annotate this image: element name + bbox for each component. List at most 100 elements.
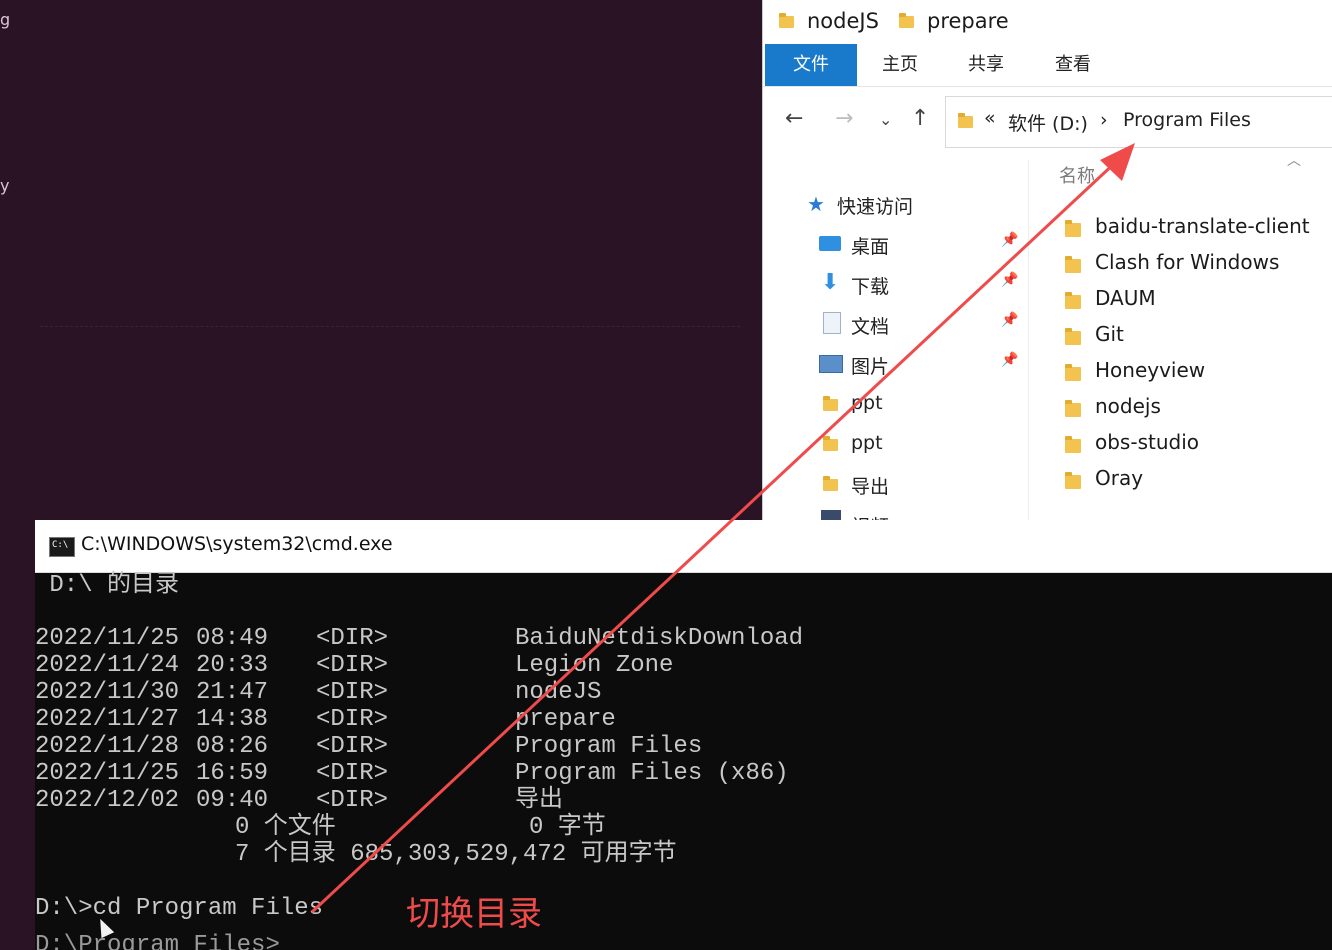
dir-entry-date: 2022/11/27	[35, 706, 180, 733]
sidebar-item-ppt[interactable]: ppt	[763, 386, 1028, 422]
file-name: Oray	[1095, 466, 1144, 490]
file-name: baidu-translate-client	[1095, 214, 1310, 238]
folder-icon	[1065, 328, 1081, 345]
sidebar-item-label: 桌面	[851, 236, 890, 258]
file-list-item[interactable]: nodejs	[1033, 391, 1332, 425]
next-prompt-line: D:\Program Files>	[35, 932, 280, 950]
tab-home[interactable]: 主页	[871, 44, 929, 86]
sidebar-item-label: 图片	[851, 356, 890, 378]
file-list-item[interactable]: Oray	[1033, 463, 1332, 497]
file-list-item[interactable]: DAUM	[1033, 283, 1332, 317]
recent-locations-chevron-icon[interactable]: ⌄	[879, 110, 892, 129]
dir-entry-date: 2022/11/30	[35, 679, 180, 706]
column-header-name[interactable]: 名称	[1059, 162, 1095, 188]
address-folder-crumb[interactable]: Program Files	[1123, 109, 1251, 131]
dir-entry-name: Program Files (x86)	[515, 760, 789, 787]
dir-entry-name: Program Files	[515, 733, 703, 760]
tab-share[interactable]: 共享	[957, 44, 1015, 86]
up-arrow-icon[interactable]: ↑	[911, 106, 929, 131]
dir-entry-time: 09:40	[196, 787, 269, 814]
pin-icon: 📌	[1001, 312, 1019, 328]
address-separator-icon[interactable]: ›	[1100, 109, 1108, 131]
file-list-item[interactable]: Honeyview	[1033, 355, 1332, 389]
dir-entry-type: <DIR>	[316, 787, 389, 814]
file-list-item[interactable]: Clash for Windows	[1033, 247, 1332, 281]
dir-entry-name: prepare	[515, 706, 616, 733]
summary-files: 0 个文件	[235, 814, 336, 841]
file-name: nodejs	[1095, 394, 1161, 418]
command-prompt-line[interactable]: D:\>cd Program Files	[35, 895, 323, 922]
sidebar-item-documents[interactable]: 文档 📌	[763, 306, 1028, 342]
pane-divider[interactable]	[1028, 160, 1029, 520]
title-crumb: prepare	[927, 9, 1009, 33]
folder-icon	[823, 436, 838, 451]
dir-entry-name: Legion Zone	[515, 652, 674, 679]
pin-icon: 📌	[1001, 352, 1019, 368]
file-list-item[interactable]: baidu-translate-client	[1033, 211, 1332, 245]
tab-file[interactable]: 文件	[765, 44, 857, 86]
file-name: DAUM	[1095, 286, 1156, 310]
dir-entry-time: 21:47	[196, 679, 269, 706]
file-name: Honeyview	[1095, 358, 1206, 382]
address-drive-crumb[interactable]: 软件 (D:)	[1008, 109, 1088, 136]
sort-chevron-up-icon: ︿	[1287, 153, 1301, 169]
console-header-line: D:\ 的目录	[35, 572, 180, 599]
quick-access-item[interactable]: ★ 快速访问	[763, 186, 1028, 222]
dir-entry-time: 16:59	[196, 760, 269, 787]
sidebar-item-label: ppt	[851, 392, 883, 414]
explorer-titlebar: nodeJS prepare	[763, 0, 1332, 44]
sidebar-item-videos[interactable]: 视频	[763, 506, 1028, 520]
folder-icon	[958, 113, 973, 128]
address-bar[interactable]: « 软件 (D:) › Program Files	[945, 96, 1332, 148]
dir-entry-type: <DIR>	[316, 679, 389, 706]
download-icon: ⬇	[821, 270, 840, 295]
quick-access-label: 快速访问	[837, 196, 914, 218]
file-list: 名称 ︿ baidu-translate-client Clash for Wi…	[1033, 150, 1332, 520]
sidebar-item-export[interactable]: 导出	[763, 466, 1028, 502]
sidebar-item-label: 导出	[851, 476, 890, 498]
dir-entry-time: 08:49	[196, 625, 269, 652]
dir-entry-date: 2022/11/25	[35, 760, 180, 787]
console-output[interactable]: D:\ 的目录 2022/11/25 08:49 <DIR> BaiduNetd…	[35, 572, 1332, 950]
dir-entry-name: BaiduNetdiskDownload	[515, 625, 804, 652]
background-text-fragment: g	[0, 10, 11, 29]
sidebar-item-downloads[interactable]: ⬇ 下载 📌	[763, 266, 1028, 302]
dir-entry-name: nodeJS	[515, 679, 602, 706]
dir-entry-date: 2022/11/24	[35, 652, 180, 679]
folder-icon	[1065, 364, 1081, 381]
summary-files-bytes: 0 字节	[529, 814, 606, 841]
folder-icon	[1065, 436, 1081, 453]
sidebar-item-label: 下载	[851, 276, 890, 298]
tab-view[interactable]: 查看	[1044, 44, 1102, 86]
cmd-titlebar[interactable]: C:\ C:\WINDOWS\system32\cmd.exe	[35, 520, 1332, 573]
file-list-item[interactable]: obs-studio	[1033, 427, 1332, 461]
dir-entry-name: 导出	[515, 787, 563, 814]
pin-icon: 📌	[1001, 232, 1019, 248]
dir-entry-date: 2022/12/02	[35, 787, 180, 814]
file-name: obs-studio	[1095, 430, 1199, 454]
ribbon-tabs: 文件 主页 共享 查看	[763, 44, 1332, 87]
sidebar-item-label: 视频	[851, 512, 889, 520]
sidebar-item-label: ppt	[851, 432, 883, 454]
sidebar-item-label: 文档	[851, 316, 890, 338]
sidebar-item-desktop[interactable]: 桌面 📌	[763, 226, 1028, 262]
dir-entry-time: 20:33	[196, 652, 269, 679]
background-divider	[40, 326, 740, 327]
folder-icon	[823, 476, 838, 491]
dir-entry-type: <DIR>	[316, 652, 389, 679]
file-name: Clash for Windows	[1095, 250, 1280, 274]
cmd-icon: C:\	[49, 537, 75, 557]
folder-icon	[779, 13, 794, 28]
dir-entry-type: <DIR>	[316, 625, 389, 652]
address-row: ← → ⌄ ↑ « 软件 (D:) › Program Files	[763, 96, 1332, 148]
pin-icon: 📌	[1001, 272, 1019, 288]
sidebar-item-pictures[interactable]: 图片 📌	[763, 346, 1028, 382]
forward-arrow-icon[interactable]: →	[835, 106, 853, 131]
file-explorer-window: nodeJS prepare 文件 主页 共享 查看 ← → ⌄ ↑ « 软件 …	[762, 0, 1332, 520]
sidebar-item-ppt[interactable]: ppt	[763, 426, 1028, 462]
back-arrow-icon[interactable]: ←	[785, 106, 803, 131]
dir-entry-time: 08:26	[196, 733, 269, 760]
address-prefix: «	[984, 107, 996, 129]
file-list-item[interactable]: Git	[1033, 319, 1332, 353]
cmd-window: C:\ C:\WINDOWS\system32\cmd.exe D:\ 的目录 …	[35, 520, 1332, 950]
